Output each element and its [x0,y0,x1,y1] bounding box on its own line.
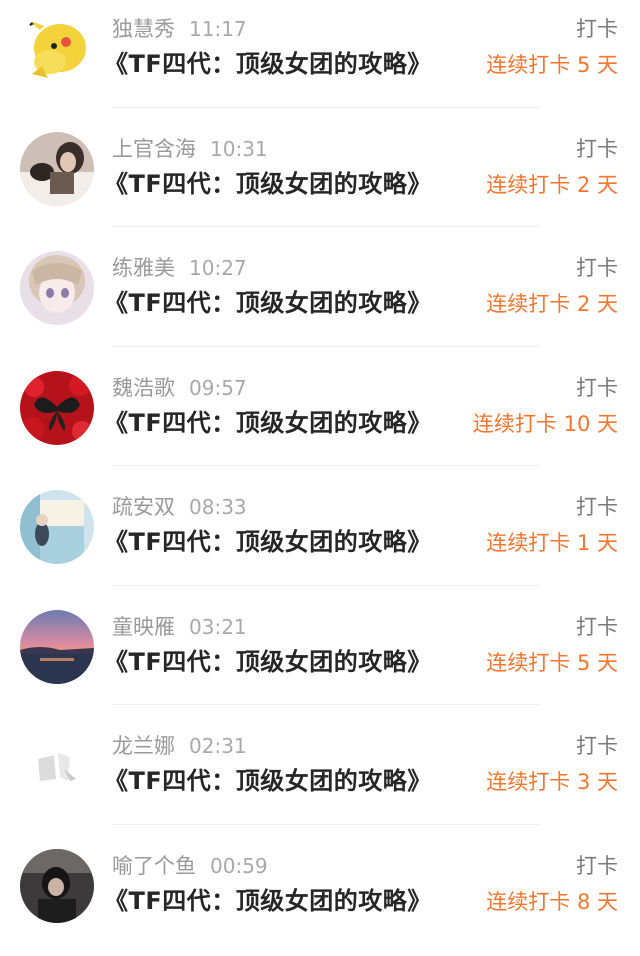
checkin-label: 打卡 [576,731,618,761]
streak-badge: 连续打卡 8 天 [486,887,618,917]
list-item[interactable]: 上官含海 10:31 《TF四代：顶级女团的攻略》 打卡 连续打卡 2 天 [0,120,640,240]
user-avatar[interactable] [20,371,94,445]
user-name[interactable]: 喻了个鱼 [112,854,196,878]
user-avatar[interactable] [20,610,94,684]
book-title[interactable]: 《TF四代：顶级女团的攻略》 [104,764,432,798]
checkin-time: 09:57 [189,376,247,400]
user-avatar[interactable] [20,12,94,86]
list-item[interactable]: 独慧秀 11:17 《TF四代：顶级女团的攻略》 打卡 连续打卡 5 天 [0,0,640,120]
divider [112,704,540,705]
book-title[interactable]: 《TF四代：顶级女团的攻略》 [104,525,432,559]
list-item[interactable]: 魏浩歌 09:57 《TF四代：顶级女团的攻略》 打卡 连续打卡 10 天 [0,359,640,479]
streak-badge: 连续打卡 10 天 [473,409,618,439]
light-abstract-avatar-icon [20,729,94,803]
divider [112,346,540,347]
user-avatar[interactable] [20,132,94,206]
photo-avatar-icon [20,132,94,206]
divider [112,107,540,108]
butterfly-flowers-avatar-icon [20,371,94,445]
dark-portrait-avatar-icon [20,849,94,923]
list-item[interactable]: 童映雁 03:21 《TF四代：顶级女团的攻略》 打卡 连续打卡 5 天 [0,598,640,718]
checkin-time: 02:31 [189,734,247,758]
checkin-label: 打卡 [576,253,618,283]
streak-badge: 连续打卡 2 天 [486,289,618,319]
user-name[interactable]: 疏安双 [112,495,175,519]
list-item[interactable]: 疏安双 08:33 《TF四代：顶级女团的攻略》 打卡 连续打卡 1 天 [0,478,640,598]
user-name[interactable]: 童映雁 [112,615,175,639]
streak-badge: 连续打卡 5 天 [486,648,618,678]
book-title[interactable]: 《TF四代：顶级女团的攻略》 [104,47,432,81]
checkin-time: 03:21 [189,615,247,639]
user-name[interactable]: 上官含海 [112,137,196,161]
checkin-label: 打卡 [576,14,618,44]
streak-badge: 连续打卡 3 天 [486,767,618,797]
checkin-time: 00:59 [210,854,268,878]
checkin-label: 打卡 [576,373,618,403]
book-title[interactable]: 《TF四代：顶级女团的攻略》 [104,884,432,918]
cartoon-character-avatar-icon [20,12,94,86]
checkin-label: 打卡 [576,851,618,881]
sunset-sea-avatar-icon [20,610,94,684]
streak-badge: 连续打卡 5 天 [486,50,618,80]
checkin-time: 10:27 [189,256,247,280]
anime-girl-avatar-icon [20,251,94,325]
streak-badge: 连续打卡 1 天 [486,528,618,558]
divider [112,465,540,466]
checkin-label: 打卡 [576,492,618,522]
list-item[interactable]: 喻了个鱼 00:59 《TF四代：顶级女团的攻略》 打卡 连续打卡 8 天 [0,837,640,956]
book-title[interactable]: 《TF四代：顶级女团的攻略》 [104,286,432,320]
checkin-label: 打卡 [576,612,618,642]
checkin-time: 08:33 [189,495,247,519]
user-avatar[interactable] [20,729,94,803]
user-avatar[interactable] [20,490,94,564]
book-title[interactable]: 《TF四代：顶级女团的攻略》 [104,645,432,679]
room-photo-avatar-icon [20,490,94,564]
user-name[interactable]: 魏浩歌 [112,376,175,400]
user-name[interactable]: 练雅美 [112,256,175,280]
divider [112,226,540,227]
checkin-time: 11:17 [189,17,247,41]
book-title[interactable]: 《TF四代：顶级女团的攻略》 [104,167,432,201]
checkin-time: 10:31 [210,137,268,161]
user-avatar[interactable] [20,251,94,325]
list-item[interactable]: 龙兰娜 02:31 《TF四代：顶级女团的攻略》 打卡 连续打卡 3 天 [0,717,640,837]
list-item[interactable]: 练雅美 10:27 《TF四代：顶级女团的攻略》 打卡 连续打卡 2 天 [0,239,640,359]
divider [112,824,540,825]
streak-badge: 连续打卡 2 天 [486,170,618,200]
checkin-label: 打卡 [576,134,618,164]
divider [112,585,540,586]
user-avatar[interactable] [20,849,94,923]
user-name[interactable]: 独慧秀 [112,17,175,41]
book-title[interactable]: 《TF四代：顶级女团的攻略》 [104,406,432,440]
user-name[interactable]: 龙兰娜 [112,734,175,758]
checkin-feed: 独慧秀 11:17 《TF四代：顶级女团的攻略》 打卡 连续打卡 5 天 上官含海… [0,0,640,950]
